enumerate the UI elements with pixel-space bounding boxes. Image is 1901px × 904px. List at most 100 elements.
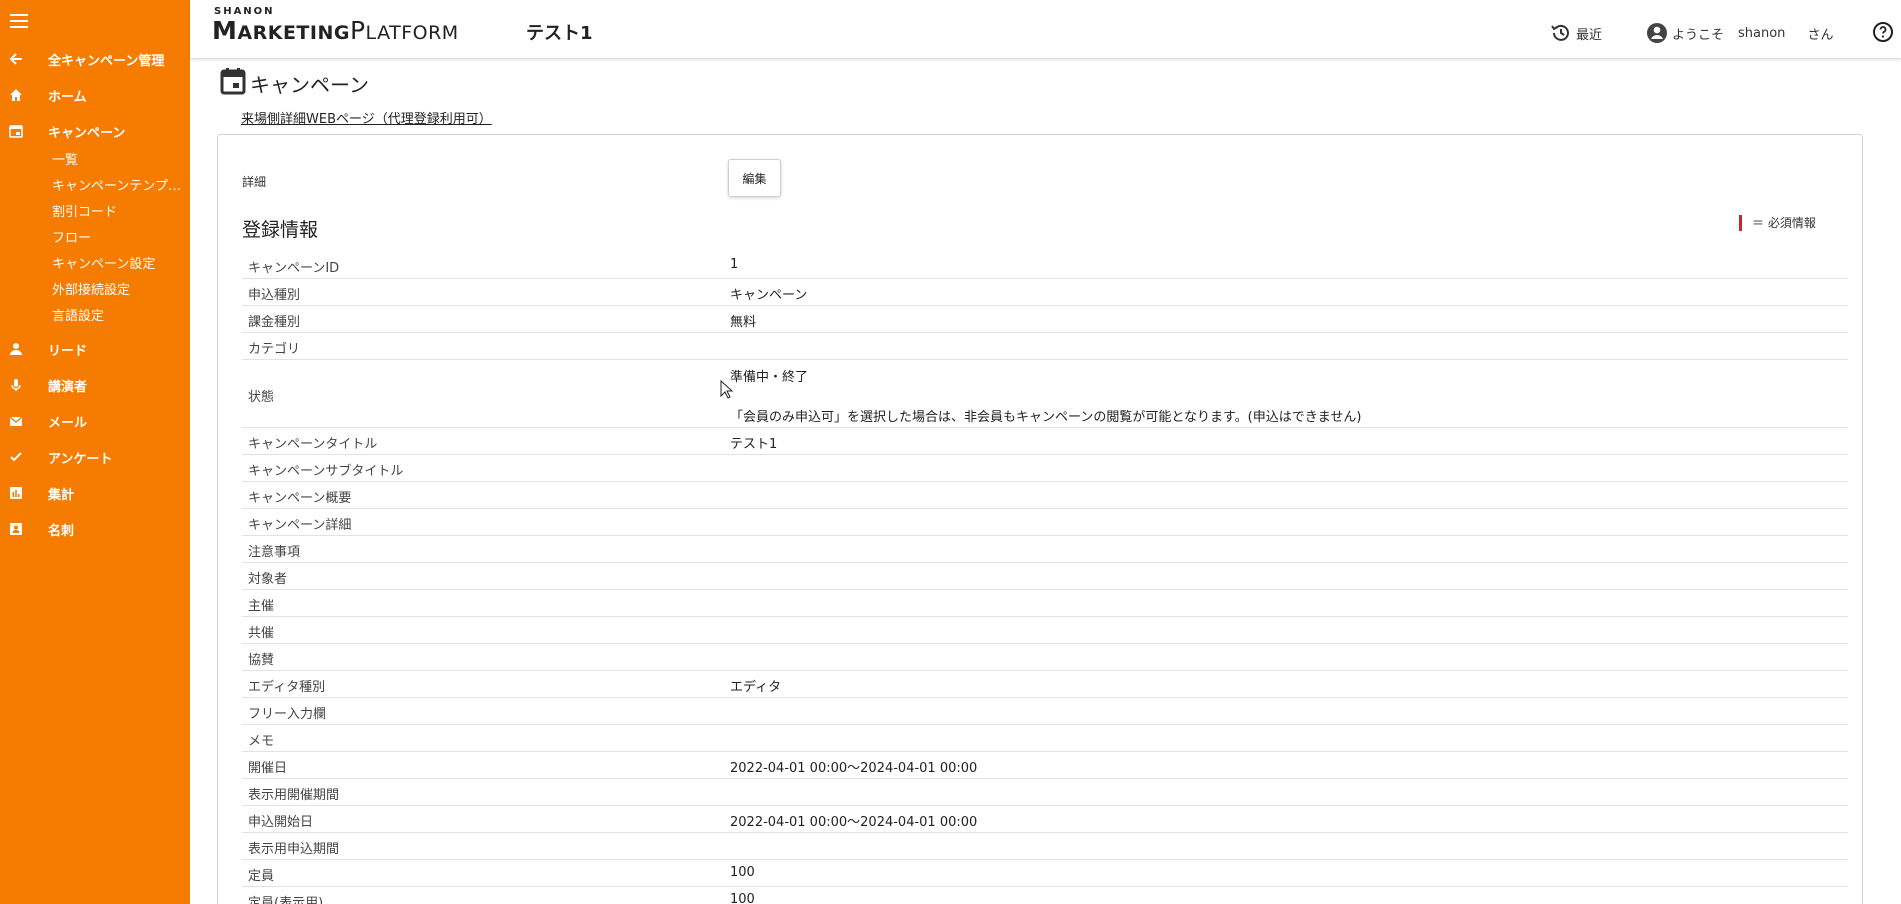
sidebar-item-speaker[interactable]: 講演者 [0, 373, 190, 397]
row-key: 申込開始日 [248, 815, 314, 830]
table-row: 定員(表示用) 100 [242, 887, 1848, 904]
sidebar-item-label: アンケート [48, 451, 113, 467]
sidebar-subitem-language[interactable]: 言語設定 [52, 306, 186, 328]
sidebar: 全キャンペーン管理 ホーム キャンペーン 一覧 キャンペーンテンプレート 割引コ… [0, 0, 190, 904]
row-value: 1 [730, 257, 739, 272]
sidebar-subitem-list[interactable]: 一覧 [52, 150, 186, 172]
sidebar-subitem-campaign-settings[interactable]: キャンペーン設定 [52, 254, 186, 276]
user-menu[interactable]: ようこそ shanon さん [1646, 22, 1839, 44]
mic-icon [8, 377, 24, 393]
table-row: 申込種別 キャンペーン [242, 279, 1848, 306]
row-key: 主催 [248, 599, 275, 614]
row-key: 定員 [248, 869, 275, 884]
mouse-cursor-icon [720, 379, 734, 400]
table-row: キャンペーンタイトル テスト1 [242, 428, 1848, 455]
table-row: エディタ種別 エディタ [242, 671, 1848, 698]
sidebar-item-aggregate[interactable]: 集計 [0, 481, 190, 505]
sidebar-item-business-card[interactable]: 名刺 [0, 517, 190, 541]
badge-icon [8, 521, 24, 537]
check-icon [8, 449, 24, 465]
sidebar-subitem-discount-code[interactable]: 割引コード [52, 202, 186, 224]
page-name: テスト1 [526, 23, 593, 44]
sidebar-subitem-flow[interactable]: フロー [52, 228, 186, 250]
logo[interactable]: MARKETINGPLATFORM [212, 16, 459, 45]
row-key: フリー入力欄 [248, 707, 327, 722]
arrow-left-icon [8, 51, 24, 67]
user-suffix: さん [1807, 27, 1834, 43]
sidebar-item-label: キャンペーン [48, 125, 126, 141]
row-key: キャンペーン詳細 [248, 518, 352, 533]
logo-letter-m: M [212, 16, 238, 45]
row-key: メモ [248, 734, 275, 749]
sidebar-item-all-campaigns[interactable]: 全キャンペーン管理 [0, 47, 190, 71]
sidebar-item-campaign[interactable]: キャンペーン [0, 119, 190, 143]
row-value: テスト1 [730, 437, 778, 452]
table-row: キャンペーン詳細 [242, 509, 1848, 536]
logo-letter-p: P [349, 16, 366, 45]
table-row: フリー入力欄 [242, 698, 1848, 725]
page-title-text: キャンペーン [250, 73, 369, 97]
table-row: 注意事項 [242, 536, 1848, 563]
row-value: 無料 [730, 315, 757, 330]
sidebar-item-mail[interactable]: メール [0, 409, 190, 433]
sidebar-item-survey[interactable]: アンケート [0, 445, 190, 469]
row-key: 対象者 [248, 572, 288, 587]
sidebar-subitem-external-connection[interactable]: 外部接続設定 [52, 280, 186, 302]
sidebar-item-label: リード [48, 343, 88, 359]
row-value: エディタ [730, 680, 782, 695]
home-icon [8, 87, 24, 103]
sidebar-item-lead[interactable]: リード [0, 337, 190, 361]
row-key: 課金種別 [248, 315, 301, 330]
detail-card: 詳細 編集 登録情報 ＝ 必須情報 キャンペーンID 1 申込種別 キャンペーン 課… [217, 134, 1863, 904]
row-value: 100 [730, 892, 755, 904]
table-row: 対象者 [242, 563, 1848, 590]
row-key: エディタ種別 [248, 680, 326, 695]
hamburger-icon[interactable] [10, 14, 28, 28]
history-icon [1551, 24, 1569, 41]
sidebar-item-home[interactable]: ホーム [0, 83, 190, 107]
top-header: SHANON MARKETINGPLATFORM テスト1 最近 ようこそ sh… [190, 0, 1901, 59]
table-row: 課金種別 無料 [242, 306, 1848, 333]
row-value: 2022-04-01 00:00～2024-04-01 00:00 [730, 761, 978, 776]
table-row: 定員 100 [242, 860, 1848, 887]
row-key: カテゴリ [248, 342, 301, 357]
logo-word-latform: LATFORM [365, 22, 459, 44]
sidebar-item-label: 講演者 [48, 379, 88, 395]
row-key: 表示用開催期間 [248, 788, 340, 803]
sidebar-item-label: 名刺 [48, 523, 75, 539]
edit-button[interactable]: 編集 [728, 159, 781, 197]
table-row: 共催 [242, 617, 1848, 644]
row-key: キャンペーンタイトル [248, 437, 378, 452]
sidebar-subitem-campaign-template[interactable]: キャンペーンテンプレート [52, 176, 186, 198]
row-key: 表示用申込期間 [248, 842, 340, 857]
row-key: 申込種別 [248, 288, 301, 303]
recent-button[interactable]: 最近 [1550, 22, 1602, 44]
row-key: 開催日 [248, 761, 288, 776]
recent-label: 最近 [1576, 27, 1603, 43]
page-title: キャンペーン [220, 67, 369, 100]
row-key: 状態 [248, 390, 275, 405]
visitor-detail-web-page-link[interactable]: 来場側詳細WEBページ（代理登録利用可） [241, 108, 492, 127]
table-row: 主催 [242, 590, 1848, 617]
logo-word-arketing: ARKETING [237, 22, 350, 44]
section-title: 登録情報 [242, 219, 319, 241]
table-row: 申込開始日 2022-04-01 00:00～2024-04-01 00:00 [242, 806, 1848, 833]
account-icon [1647, 23, 1667, 43]
row-note: 「会員のみ申込可」を選択した場合は、非会員もキャンペーンの閲覧が可能となります。… [730, 410, 1362, 425]
row-key: キャンペーンサブタイトル [248, 464, 404, 479]
sidebar-item-label: 集計 [48, 487, 75, 503]
calendar-icon [220, 67, 246, 100]
detail-label: 詳細 [242, 175, 267, 189]
required-legend: ＝ 必須情報 [1739, 214, 1816, 231]
sidebar-item-label: 全キャンペーン管理 [48, 53, 165, 69]
table-row: 開催日 2022-04-01 00:00～2024-04-01 00:00 [242, 752, 1848, 779]
table-row: 表示用開催期間 [242, 779, 1848, 806]
welcome-label: ようこそ [1672, 27, 1725, 43]
help-icon[interactable] [1873, 22, 1893, 42]
sidebar-item-label: ホーム [48, 89, 87, 105]
main-content: キャンペーン 来場側詳細WEBページ（代理登録利用可） 詳細 編集 登録情報 ＝… [190, 59, 1901, 904]
row-value: キャンペーン [730, 288, 808, 303]
table-row: キャンペーン概要 [242, 482, 1848, 509]
table-row: キャンペーンサブタイトル [242, 455, 1848, 482]
required-note-text: ＝ 必須情報 [1752, 216, 1816, 230]
